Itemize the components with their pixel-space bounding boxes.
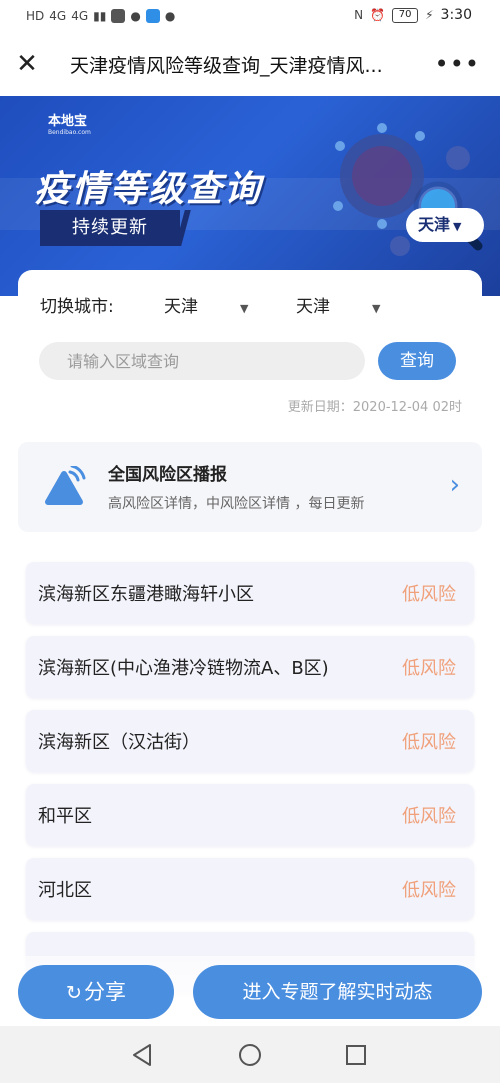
qq-icon: ● bbox=[130, 9, 141, 23]
caret-down-icon: ▼ bbox=[372, 302, 381, 315]
alarm-icon: ⏰ bbox=[370, 8, 386, 22]
share-label: 分享 bbox=[83, 980, 126, 1004]
area-name: 滨海新区东疆港瞰海轩小区 bbox=[38, 584, 254, 605]
city-value: 天津 bbox=[296, 297, 330, 317]
chat-icon: ● bbox=[164, 9, 176, 23]
bottom-action-bar: ↻分享 进入专题了解实时动态 bbox=[0, 956, 500, 1026]
close-icon[interactable]: ✕ bbox=[12, 49, 42, 79]
status-bar: HD 4G 4G ▮▮ ● ● N ⏰ 70 ⚡ 3:30 bbox=[0, 0, 500, 34]
back-icon[interactable] bbox=[128, 1040, 158, 1070]
page-title: 天津疫情风险等级查询_天津疫情风... bbox=[70, 55, 383, 77]
list-item[interactable]: 河北区 低风险 bbox=[26, 858, 474, 920]
list-item[interactable]: 和平区 低风险 bbox=[26, 784, 474, 846]
network-4g-indicator: 4G bbox=[49, 9, 67, 23]
list-item[interactable]: 滨海新区(中心渔港冷链物流A、B区) 低风险 bbox=[26, 636, 474, 698]
list-item[interactable]: 滨海新区东疆港瞰海轩小区 低风险 bbox=[26, 562, 474, 624]
broadcast-subtitle: 高风险区详情，中风险区详情 ，每日更新 bbox=[108, 496, 365, 512]
battery-icon: 70 bbox=[392, 7, 419, 23]
risk-level: 低风险 bbox=[402, 732, 456, 753]
broadcast-title: 全国风险区播报 bbox=[108, 465, 227, 485]
system-nav-bar bbox=[0, 1026, 500, 1083]
recents-icon[interactable] bbox=[341, 1040, 371, 1070]
area-name: 滨海新区（汉沽街） bbox=[38, 732, 200, 753]
list-item[interactable]: 滨海新区（汉沽街） 低风险 bbox=[26, 710, 474, 772]
app-notification-icon bbox=[111, 9, 126, 23]
nav-bar: ✕ 天津疫情风险等级查询_天津疫情风... ••• bbox=[0, 34, 500, 96]
chevron-right-icon: › bbox=[449, 470, 460, 500]
hd-indicator: HD bbox=[26, 9, 45, 23]
update-date: 更新日期：2020-12-04 02时 bbox=[287, 400, 462, 415]
home-icon[interactable] bbox=[235, 1040, 265, 1070]
badge-stripes bbox=[158, 210, 198, 246]
caret-down-icon: ▼ bbox=[453, 220, 462, 233]
city-select[interactable]: 天津 ▼ bbox=[296, 292, 380, 317]
more-icon[interactable]: ••• bbox=[435, 49, 480, 79]
leaf-icon: ⚡ bbox=[425, 8, 434, 22]
banner-title: 疫情等级查询 bbox=[34, 169, 263, 210]
query-card: 切换城市: 天津 ▼ 天津 ▼ 查询 更新日期：2020-12-04 02时 bbox=[18, 270, 482, 430]
status-indicators: HD 4G 4G ▮▮ ● ● bbox=[26, 8, 175, 24]
brand-logo: 本地宝 Bendibao.com bbox=[48, 110, 104, 140]
province-select[interactable]: 天津 ▼ bbox=[164, 292, 248, 317]
nfc-icon: N bbox=[354, 8, 364, 22]
national-risk-broadcast[interactable]: 全国风险区播报 高风险区详情，中风险区详情 ，每日更新 › bbox=[18, 442, 482, 532]
province-value: 天津 bbox=[164, 297, 198, 317]
city-filter-row: 切换城市: bbox=[40, 290, 470, 318]
app-notification-icon-2 bbox=[145, 9, 160, 23]
brand-domain: Bendibao.com bbox=[48, 129, 91, 136]
broadcast-icon bbox=[45, 466, 86, 505]
network-4g-indicator-2: 4G bbox=[71, 9, 89, 23]
hero-banner: 本地宝 Bendibao.com 疫情等级查询 持续更新 天津 ▼ bbox=[0, 96, 500, 296]
risk-level: 低风险 bbox=[402, 658, 456, 679]
caret-down-icon: ▼ bbox=[240, 302, 249, 315]
virus-illustration bbox=[333, 123, 483, 256]
risk-level: 低风险 bbox=[402, 806, 456, 827]
risk-level: 低风险 bbox=[402, 880, 456, 901]
area-name: 滨海新区(中心渔港冷链物流A、B区) bbox=[38, 658, 329, 679]
status-system: N ⏰ 70 ⚡ 3:30 bbox=[354, 7, 472, 23]
area-search-input[interactable] bbox=[39, 342, 365, 380]
area-name: 河北区 bbox=[38, 880, 92, 901]
share-icon: ↻ bbox=[66, 982, 82, 1004]
brand-name: 本地宝 bbox=[48, 114, 88, 129]
risk-level: 低风险 bbox=[402, 584, 456, 605]
city-pill-label: 天津 bbox=[418, 215, 451, 234]
status-time: 3:30 bbox=[440, 7, 472, 23]
area-name: 和平区 bbox=[38, 806, 92, 827]
signal-icon: ▮▮ bbox=[93, 9, 107, 23]
city-filter-label: 切换城市: bbox=[40, 296, 114, 317]
enter-topic-button[interactable]: 进入专题了解实时动态 bbox=[193, 965, 482, 1019]
search-button[interactable]: 查询 bbox=[378, 342, 456, 380]
city-switch-pill[interactable]: 天津 ▼ bbox=[406, 208, 484, 242]
share-button[interactable]: ↻分享 bbox=[18, 965, 174, 1019]
